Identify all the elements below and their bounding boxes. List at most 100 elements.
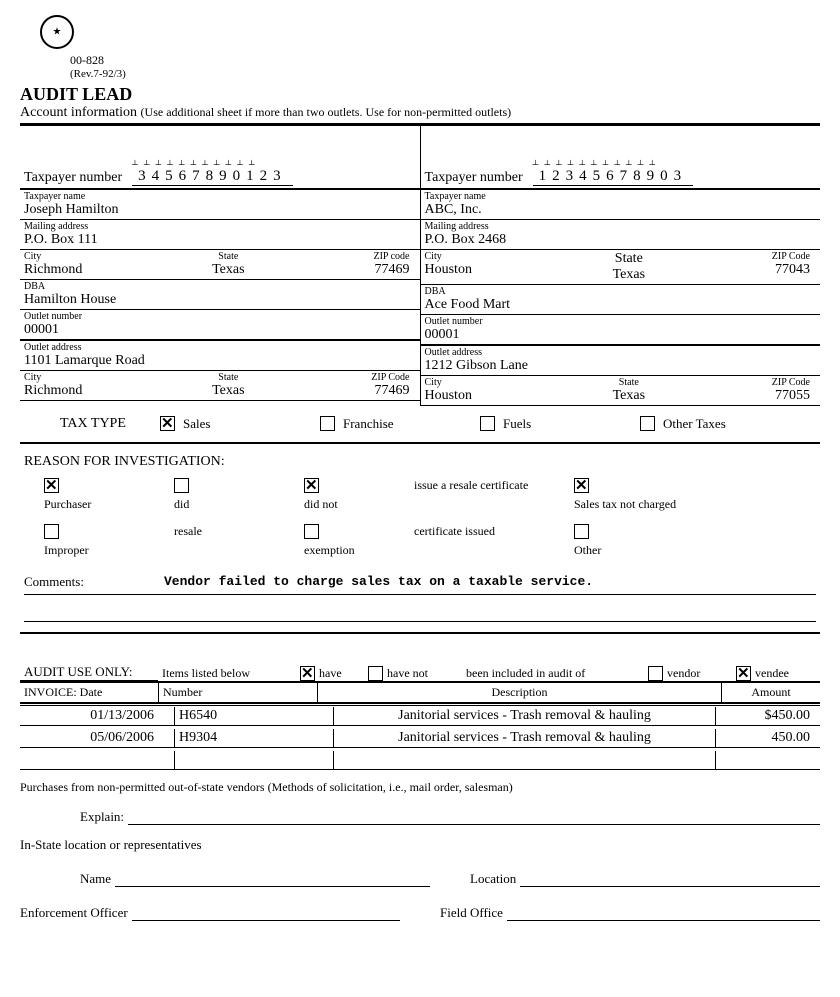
ostate-label-r: State — [571, 377, 686, 388]
ozip-label: ZIP Code — [294, 372, 409, 383]
audit-use-only: AUDIT USE ONLY: — [20, 664, 158, 681]
other-reason-label: Other — [574, 543, 601, 558]
checkbox-exemption[interactable] — [304, 524, 319, 539]
checkbox-have-not[interactable] — [368, 666, 383, 681]
col-invoice-date: INVOICE: Date — [20, 683, 159, 702]
purchases-note: Purchases from non-permitted out-of-stat… — [20, 780, 820, 795]
taxpayer-number-label: Taxpayer number — [24, 170, 122, 186]
zip-label-r: ZIP Code — [695, 251, 810, 262]
checkbox-did[interactable] — [174, 478, 189, 493]
col-amount: Amount — [722, 683, 820, 702]
explain-line — [128, 809, 820, 825]
zip-label: ZIP code — [294, 251, 409, 262]
inv-num-0: H6540 — [175, 707, 334, 725]
invoice-row: 05/06/2006 H9304 Janitorial services - T… — [20, 729, 820, 748]
outlet-num-right: 00001 — [425, 327, 817, 343]
ostate-right: Texas — [571, 388, 686, 404]
state-right: Texas — [571, 267, 686, 283]
issued-label: certificate issued — [414, 524, 495, 539]
subtitle-text: Account information — [20, 105, 137, 120]
name-label: Taxpayer name — [24, 191, 416, 202]
mailing-left: P.O. Box 111 — [24, 232, 416, 248]
blank-line — [24, 601, 816, 622]
sales-label: Sales — [183, 416, 210, 432]
state-label: State — [171, 251, 286, 262]
right-column: Taxpayer number ┴┴┴┴┴┴┴┴┴┴┴ 12345678903 … — [421, 126, 821, 406]
not-charged-label: Sales tax not charged — [574, 497, 676, 512]
location-line — [520, 871, 820, 887]
inv-date-1: 05/06/2006 — [20, 729, 175, 747]
checkbox-vendee[interactable] — [736, 666, 751, 681]
tax-type-label: TAX TYPE — [60, 416, 140, 432]
outlet-num-label: Outlet number — [24, 311, 416, 322]
resale-label: resale — [174, 524, 202, 539]
explain-label: Explain: — [80, 809, 124, 825]
state-label-r: State — [571, 251, 686, 267]
dba-right: Ace Food Mart — [425, 297, 817, 313]
outlet-num-left: 00001 — [24, 322, 416, 338]
invoice-row: 01/13/2006 H6540 Janitorial services - T… — [20, 707, 820, 726]
ocity-label-r: City — [425, 377, 564, 388]
ostate-label: State — [171, 372, 286, 383]
reason-title: REASON FOR INVESTIGATION: — [24, 454, 816, 470]
improper-label: Improper — [44, 543, 89, 558]
form-number: 00-828 — [70, 53, 820, 68]
did-not-label: did not — [304, 497, 338, 512]
ocity-label: City — [24, 372, 163, 383]
exemption-label: exemption — [304, 543, 355, 558]
ozip-label-r: ZIP Code — [695, 377, 810, 388]
ostate-left: Texas — [171, 383, 286, 399]
outlet-addr-label-r: Outlet address — [425, 347, 817, 358]
franchise-label: Franchise — [343, 416, 394, 432]
items-below: Items listed below — [158, 666, 296, 681]
checkbox-other-reason[interactable] — [574, 524, 589, 539]
invoice-row-blank — [20, 751, 820, 770]
taxpayer-name-left: Joseph Hamilton — [24, 202, 416, 218]
city-label: City — [24, 251, 163, 262]
checkbox-have[interactable] — [300, 666, 315, 681]
checkbox-fuels[interactable] — [480, 416, 495, 431]
col-description: Description — [318, 683, 722, 702]
state-left: Texas — [171, 262, 286, 278]
taxpayer-number-label-r: Taxpayer number — [425, 170, 523, 186]
inv-date-0: 01/13/2006 — [20, 707, 175, 725]
checkbox-purchaser[interactable] — [44, 478, 59, 493]
taxpayer-name-right: ABC, Inc. — [425, 202, 817, 218]
field-office-line — [507, 905, 820, 921]
form-subtitle: Account information (Use additional shee… — [20, 105, 820, 124]
name-field-label: Name — [80, 871, 111, 887]
form-title: AUDIT LEAD — [20, 84, 820, 105]
revision: (Rev.7-92/3) — [70, 68, 820, 80]
checkbox-not-charged[interactable] — [574, 478, 589, 493]
dba-label-r: DBA — [425, 286, 817, 297]
ozip-left: 77469 — [294, 383, 409, 399]
mailing-label: Mailing address — [24, 221, 416, 232]
checkbox-franchise[interactable] — [320, 416, 335, 431]
included-label: been included in audit of — [462, 666, 644, 681]
checkbox-sales[interactable] — [160, 416, 175, 431]
dba-left: Hamilton House — [24, 292, 416, 308]
checkbox-other-taxes[interactable] — [640, 416, 655, 431]
city-label-r: City — [425, 251, 564, 262]
fuels-label: Fuels — [503, 416, 531, 432]
ozip-right: 77055 — [695, 388, 810, 404]
inv-amt-0: $450.00 — [716, 707, 820, 725]
officer-label: Enforcement Officer — [20, 905, 128, 921]
checkbox-improper[interactable] — [44, 524, 59, 539]
outlet-num-label-r: Outlet number — [425, 316, 817, 327]
taxpayer-number-right: ┴┴┴┴┴┴┴┴┴┴┴ 12345678903 — [533, 168, 694, 186]
name-line — [115, 871, 430, 887]
officer-line — [132, 905, 400, 921]
zip-right: 77043 — [695, 262, 810, 278]
subtitle-note: (Use additional sheet if more than two o… — [141, 105, 512, 119]
state-seal-icon — [40, 15, 74, 49]
outlet-addr-left: 1101 Lamarque Road — [24, 353, 416, 369]
checkbox-did-not[interactable] — [304, 478, 319, 493]
outlet-addr-right: 1212 Gibson Lane — [425, 358, 817, 374]
comments-label: Comments: — [24, 574, 164, 590]
checkbox-vendor[interactable] — [648, 666, 663, 681]
have-label: have — [319, 666, 342, 681]
inv-desc-0: Janitorial services - Trash removal & ha… — [334, 707, 716, 725]
inv-amt-1: 450.00 — [716, 729, 820, 747]
vendor-label: vendor — [667, 666, 700, 681]
